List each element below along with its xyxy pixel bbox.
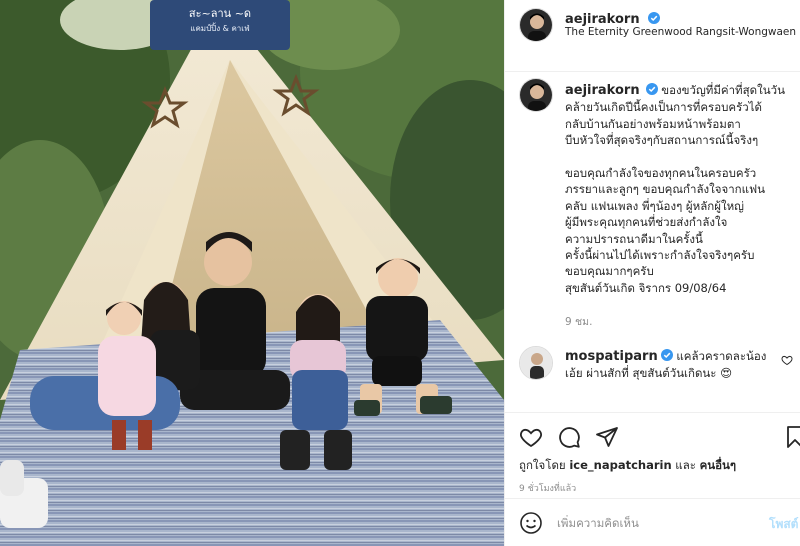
author-avatar[interactable] [519,8,553,42]
commenter-avatar[interactable] [519,346,553,380]
caption-line: ขอบคุณมากๆครับ [565,264,654,279]
liked-by-line: ถูกใจโดย ice_napatcharin และ คนอื่นๆ [519,457,736,475]
caption-line: ภรรยาและลูกๆ ขอบคุณกำลังใจจากแฟน [565,182,766,197]
caption-line: สุขสันต์วันเกิด จิรากร 09/08/64 [565,280,727,295]
caption-line: ผู้มีพระคุณทุกคนที่ช่วยส่งกำลังใจ [565,215,728,230]
liked-by-others[interactable]: คนอื่นๆ [700,458,737,472]
caption-line: ความปรารถนาดีมาในครั้งนี้ [565,231,703,246]
heart-icon[interactable] [519,425,543,449]
liked-by-user[interactable]: ice_napatcharin [569,458,671,472]
family-tent-photo [0,0,504,546]
heart-eyes-emoji: 😍 [720,366,733,380]
caption-line: คล้ายวันเกิดปีนี้คงเป็นการที่ครอบครัวได้ [565,100,763,115]
commenter-username[interactable]: mospatiparn [565,349,658,364]
add-comment-input[interactable]: เพิ่มความคิดเห็น [557,515,639,533]
caption-username[interactable]: aejirakorn [565,83,640,98]
bookmark-icon[interactable] [783,425,800,449]
post-comment-button[interactable]: โพสต์ [769,515,798,534]
caption-line: ครั้งนี้ผ่านไปได้เพราะกำลังใจจริงๆครับ [565,248,755,263]
add-comment-bar: เพิ่มความคิดเห็น โพสต์ [505,498,800,546]
verified-badge-icon [660,349,673,361]
verified-badge-icon [647,12,660,24]
caption-line: บีบหัวใจที่สุดจริงๆกับสถานการณ์นี้จริงๆ [565,133,759,148]
share-icon[interactable] [595,425,619,449]
post-header: aejirakorn The Eternity Greenwood Rangsi… [505,0,800,72]
post-caption: aejirakorn ของขวัญที่มีค่าที่สุดในวัน คล… [565,82,787,296]
post-location[interactable]: The Eternity Greenwood Rangsit-Wongwaen [565,26,796,38]
caption-line: ของขวัญที่มีค่าที่สุดในวัน [661,83,785,97]
verified-badge-icon [645,83,658,95]
comment-item: mospatiparn แคล้วคราดละน้อง เอ้ย ผ่านสัก… [565,348,775,382]
author-username[interactable]: aejirakorn [565,12,640,27]
caption-line: คลับ แฟนเพลง พี่ๆน้องๆ ผู้หลักผู้ใหญ่ [565,198,744,213]
post-side-panel: aejirakorn The Eternity Greenwood Rangsi… [504,0,800,546]
caption-line: กลับบ้านกันอย่างพร้อมหน้าพร้อมตา [565,116,741,131]
emoji-icon[interactable] [519,511,543,535]
tent-banner-text: สะ~ลาน ~ด [188,7,252,20]
post-photo[interactable]: สะ~ลาน ~ด แคมป์ปิ้ง & คาเฟ่ [0,0,504,546]
tent-banner-subtext: แคมป์ปิ้ง & คาเฟ่ [190,24,250,33]
caption-author-avatar[interactable] [519,78,553,112]
comment-icon[interactable] [557,425,581,449]
liked-by-and: และ [675,458,696,472]
liked-by-prefix: ถูกใจโดย [519,458,566,472]
caption-timestamp: 9 ชม. [565,316,593,328]
post-timestamp[interactable]: 9 ชั่วโมงที่แล้ว [519,481,576,495]
caption-line: ขอบคุณกำลังใจของทุกคนในครอบครัว [565,166,757,181]
comment-like-heart-icon[interactable] [781,354,793,366]
